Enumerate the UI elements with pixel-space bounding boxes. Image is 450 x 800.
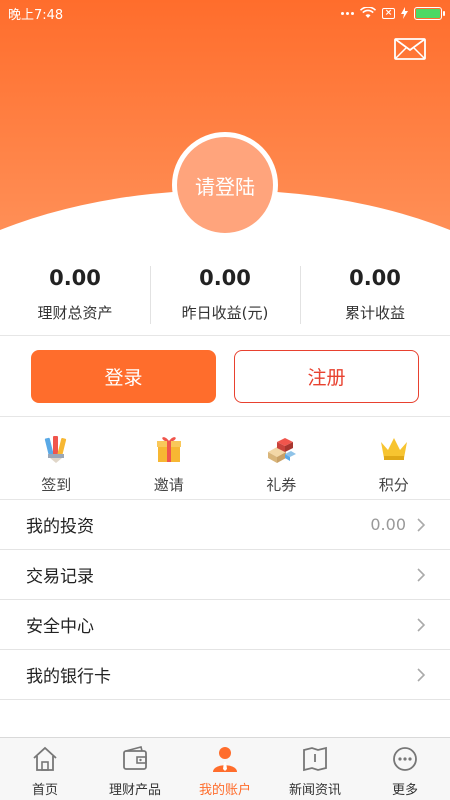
login-avatar[interactable]: 请登陆: [172, 132, 278, 238]
chevron-right-icon: [417, 567, 426, 582]
quick-label: 签到: [41, 476, 72, 494]
quick-sign-in[interactable]: 签到: [0, 418, 113, 499]
menu-security-center[interactable]: 安全中心: [0, 600, 450, 650]
gift-icon: [156, 437, 181, 462]
menu-value: 0.00: [370, 515, 406, 534]
stat-total-assets: 0.00 理财总资产: [0, 258, 150, 335]
tab-home[interactable]: 首页: [0, 738, 90, 800]
menu-label: 交易记录: [26, 567, 94, 587]
chevron-right-icon: [417, 517, 426, 532]
charging-icon: [401, 7, 408, 19]
user-icon: [213, 747, 237, 772]
avatar-label: 请登陆: [195, 174, 255, 199]
stat-label: 昨日收益(元): [181, 304, 269, 322]
stat-value: 0.00: [49, 266, 101, 290]
tab-products[interactable]: 理财产品: [90, 738, 180, 800]
blocks-icon: [268, 438, 297, 463]
signal-dots-icon: [341, 11, 354, 15]
mail-icon[interactable]: [394, 38, 426, 60]
status-time: 晚上7:48: [8, 7, 64, 23]
chevron-right-icon: [417, 667, 426, 682]
tab-label: 更多: [391, 783, 418, 798]
quick-coupons[interactable]: 礼券: [225, 418, 338, 499]
quick-label: 积分: [378, 476, 409, 494]
quick-invite[interactable]: 邀请: [113, 418, 226, 499]
pencils-icon: [45, 436, 67, 463]
bottom-tab-bar: 首页 理财产品 我的账户 新闻资讯 更多: [0, 737, 450, 800]
auth-buttons: 登录 注册: [0, 337, 450, 417]
sim-off-icon: ×: [382, 7, 395, 19]
tab-label: 新闻资讯: [288, 783, 341, 798]
home-icon: [33, 746, 57, 771]
login-button[interactable]: 登录: [31, 350, 216, 403]
crown-icon: [380, 438, 407, 460]
tab-more[interactable]: 更多: [360, 738, 450, 800]
tab-label: 首页: [31, 783, 58, 798]
asset-stats: 0.00 理财总资产 0.00 昨日收益(元) 0.00 累计收益: [0, 258, 450, 336]
menu-bank-cards[interactable]: 我的银行卡: [0, 650, 450, 700]
stat-yesterday-income: 0.00 昨日收益(元): [150, 258, 300, 335]
menu-my-investments[interactable]: 我的投资 0.00: [0, 500, 450, 550]
tab-my-account[interactable]: 我的账户: [180, 738, 270, 800]
wifi-icon: [360, 7, 376, 18]
stat-label: 累计收益: [344, 304, 405, 322]
quick-label: 邀请: [153, 476, 184, 494]
stat-value: 0.00: [199, 266, 251, 290]
stat-label: 理财总资产: [37, 304, 113, 322]
battery-icon: [414, 6, 445, 20]
tab-news[interactable]: 新闻资讯: [270, 738, 360, 800]
quick-actions: 签到 邀请 礼券 积分: [0, 418, 450, 500]
quick-points[interactable]: 积分: [338, 418, 450, 499]
tab-label: 我的账户: [198, 783, 251, 798]
stat-cumulative-income: 0.00 累计收益: [300, 258, 450, 335]
menu-transaction-records[interactable]: 交易记录: [0, 550, 450, 600]
wallet-icon: [123, 746, 147, 770]
account-menu: 我的投资 0.00 交易记录 安全中心 我的银行卡: [0, 500, 450, 700]
news-icon: [303, 746, 327, 772]
menu-label: 我的银行卡: [26, 667, 111, 687]
stat-value: 0.00: [349, 266, 401, 290]
menu-label: 我的投资: [26, 517, 94, 537]
chevron-right-icon: [417, 617, 426, 632]
tab-label: 理财产品: [108, 783, 161, 798]
quick-label: 礼券: [266, 476, 297, 494]
menu-label: 安全中心: [26, 617, 94, 637]
more-icon: [393, 747, 417, 771]
register-button[interactable]: 注册: [234, 350, 419, 403]
status-bar: 晚上7:48 ×: [0, 0, 450, 26]
